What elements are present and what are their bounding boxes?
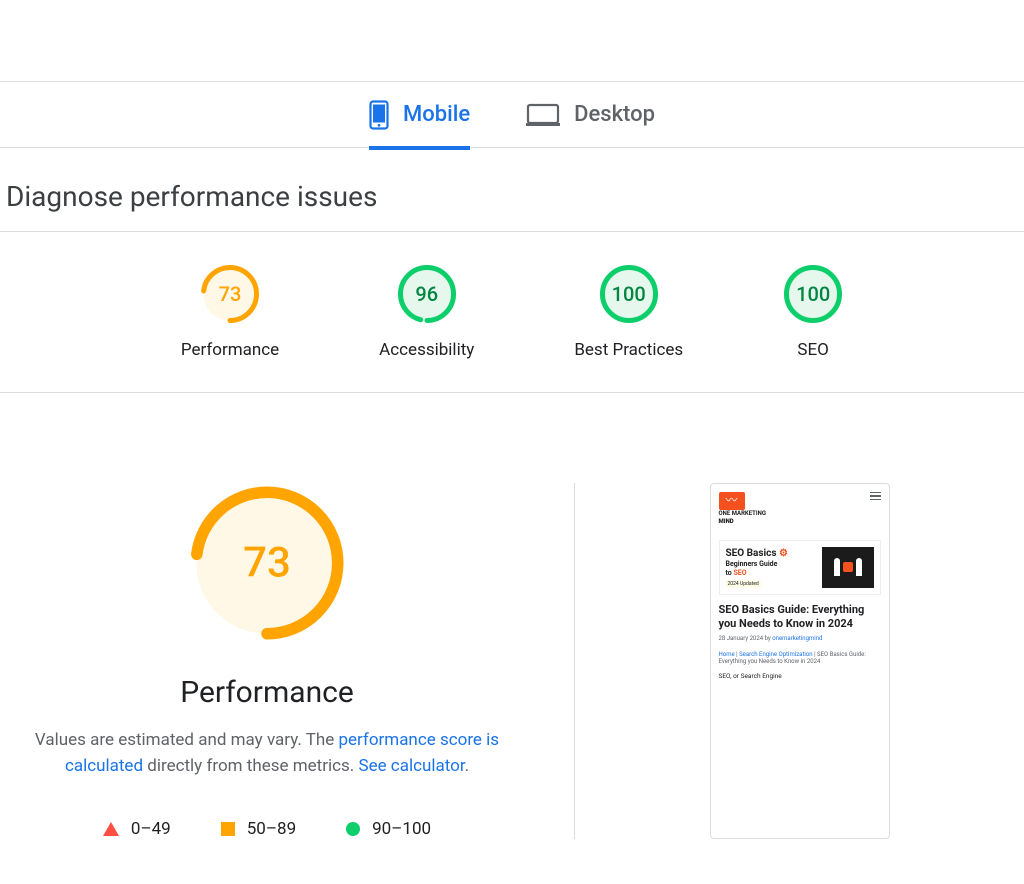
desktop-icon — [526, 103, 560, 127]
gauge-icon: 73 — [200, 264, 260, 324]
metric-label: Best Practices — [574, 340, 683, 360]
score-legend: 0–49 50–89 90–100 — [103, 819, 431, 839]
preview-logo-icon: 〰 — [719, 492, 745, 510]
gauge-icon: 100 — [783, 264, 843, 324]
tab-desktop[interactable]: Desktop — [526, 86, 655, 143]
preview-post-meta: 28 January 2024 by onemarketingmind — [719, 635, 881, 643]
preview-hero: SEO Basics ⚙ Beginners Guideto SEO 2024 … — [719, 540, 881, 596]
performance-value-big: 73 — [243, 539, 291, 588]
device-tabs: Mobile Desktop — [0, 82, 1024, 148]
square-orange-icon — [221, 822, 235, 836]
diagnose-title: Diagnose performance issues — [6, 180, 1024, 213]
tab-mobile[interactable]: Mobile — [369, 84, 470, 150]
tab-mobile-label: Mobile — [403, 102, 470, 127]
preview-excerpt: SEO, or Search Engine — [719, 672, 881, 680]
preview-breadcrumb: Home | Search Engine Optimization | SEO … — [719, 651, 881, 667]
triangle-red-icon — [103, 822, 119, 836]
circle-green-icon — [346, 822, 360, 836]
gauge-icon: 100 — [599, 264, 659, 324]
hamburger-icon — [870, 492, 881, 500]
metrics-row: 73 Performance 96 Accessibility 100 Best Prac… — [0, 232, 1024, 382]
preview-post-title: SEO Basics Guide: Everything you Needs t… — [719, 603, 881, 631]
performance-gauge-big: 73 — [187, 483, 347, 643]
gauge-icon: 96 — [397, 264, 457, 324]
metric-label: Performance — [181, 340, 279, 360]
metric-performance[interactable]: 73 Performance — [181, 264, 279, 360]
metric-accessibility[interactable]: 96 Accessibility — [379, 264, 474, 360]
metric-best-practices[interactable]: 100 Best Practices — [574, 264, 683, 360]
metric-seo[interactable]: 100 SEO — [783, 264, 843, 360]
see-calculator-link[interactable]: See calculator — [358, 756, 464, 776]
tab-desktop-label: Desktop — [574, 102, 655, 127]
mobile-icon — [369, 100, 389, 130]
metric-label: SEO — [797, 340, 828, 360]
metric-label: Accessibility — [379, 340, 474, 360]
page-preview: 〰 ONE MARKETINGMIND SEO Basics ⚙ Beginne… — [710, 483, 890, 839]
performance-label-big: Performance — [180, 675, 354, 710]
performance-description: Values are estimated and may vary. The p… — [0, 728, 534, 779]
